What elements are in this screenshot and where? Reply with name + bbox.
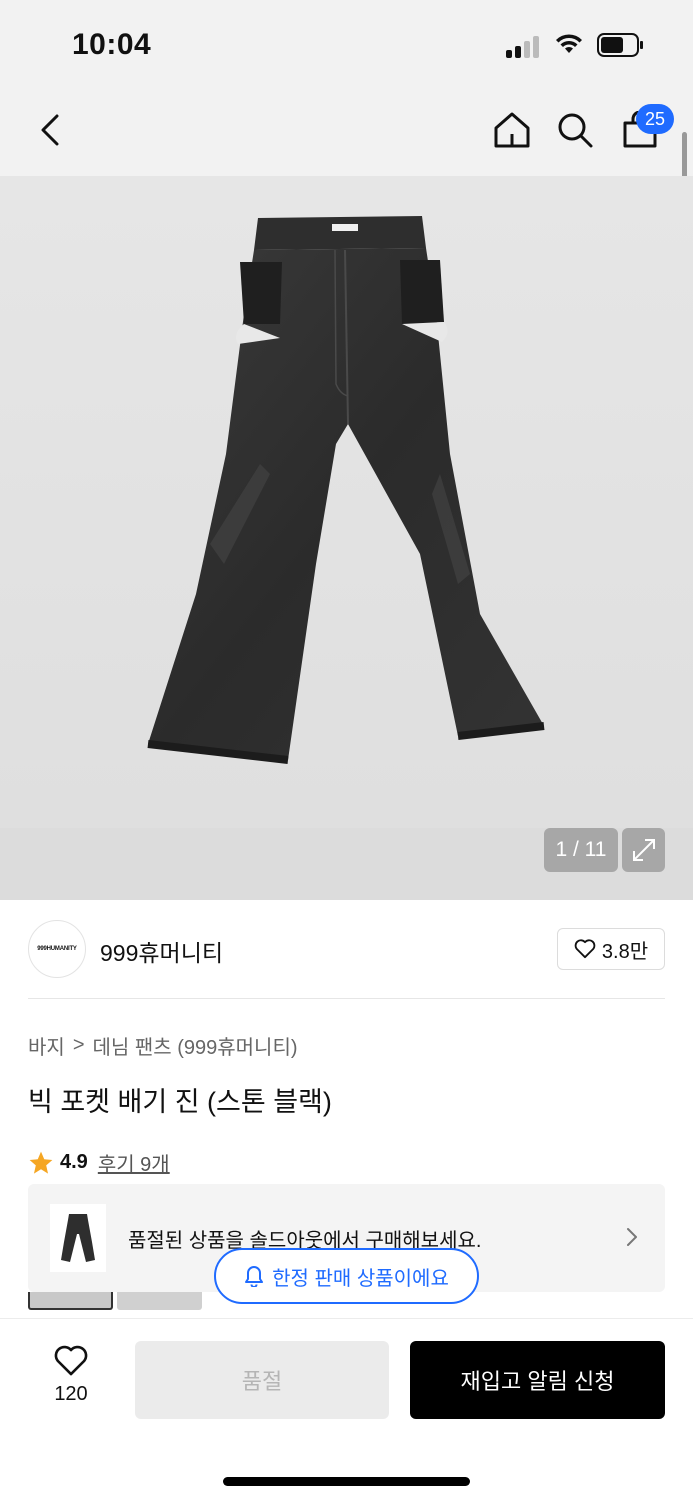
breadcrumb-category[interactable]: 바지 [28,1031,65,1060]
reviews-link[interactable]: 후기 9개 [98,1148,170,1177]
cart-count-badge: 25 [636,104,674,134]
breadcrumb-separator: > [72,1034,85,1056]
brand-row[interactable]: 999HUMANITY 999휴머니티 3.8만 [28,920,665,982]
bell-icon [245,1266,264,1287]
restock-alert-button[interactable]: 재입고 알림 신청 [410,1341,665,1419]
expand-image-button[interactable] [622,828,665,872]
limited-sale-notice: 한정 판매 상품이에요 [214,1248,479,1304]
home-indicator[interactable] [223,1477,470,1486]
rating-row: 4.9 후기 9개 [28,1148,170,1177]
brand-like-button[interactable]: 3.8만 [557,928,665,970]
limited-sale-text: 한정 판매 상품이에요 [272,1267,449,1290]
wifi-icon [556,34,582,53]
status-bar: 10:04 [0,0,693,88]
product-image-gallery[interactable]: 1 / 11 [0,176,693,900]
product-image-jeans [147,216,545,764]
divider [28,998,665,999]
option-chip[interactable] [28,1292,113,1310]
star-icon [29,1151,53,1174]
bottom-action-bar: 120 품절 재입고 알림 신청 [0,1318,693,1500]
option-chip[interactable] [117,1292,202,1310]
chevron-right-icon [627,1228,637,1246]
home-button[interactable] [488,106,536,154]
search-button[interactable] [551,106,599,154]
cellular-signal-icon [506,34,544,58]
product-title: 빅 포켓 배기 진 (스톤 블랙) [28,1087,332,1117]
battery-icon [597,33,643,57]
chevron-left-icon [41,114,59,146]
home-icon [494,112,530,148]
heart-icon [574,939,596,959]
breadcrumb: 바지 > 데님 팬츠 (999휴머니티) [28,1031,298,1060]
soldout-button: 품절 [135,1341,389,1419]
search-icon [558,113,593,148]
brand-logo[interactable]: 999HUMANITY [28,920,86,978]
status-time: 10:04 [72,28,152,61]
wishlist-count: 120 [54,1383,88,1405]
wishlist-button[interactable]: 120 [40,1345,102,1421]
breadcrumb-subcategory[interactable]: 데님 팬츠 (999휴머니티) [93,1031,298,1060]
heart-icon [54,1345,88,1376]
soldout-product-thumbnail [50,1204,106,1272]
back-button[interactable] [26,106,74,154]
brand-name[interactable]: 999휴머니티 [100,934,223,968]
image-counter: 1 / 11 [544,828,618,872]
rating-value: 4.9 [60,1151,88,1173]
top-navigation [0,88,693,176]
expand-icon [632,839,655,861]
brand-like-count: 3.8만 [601,940,649,963]
